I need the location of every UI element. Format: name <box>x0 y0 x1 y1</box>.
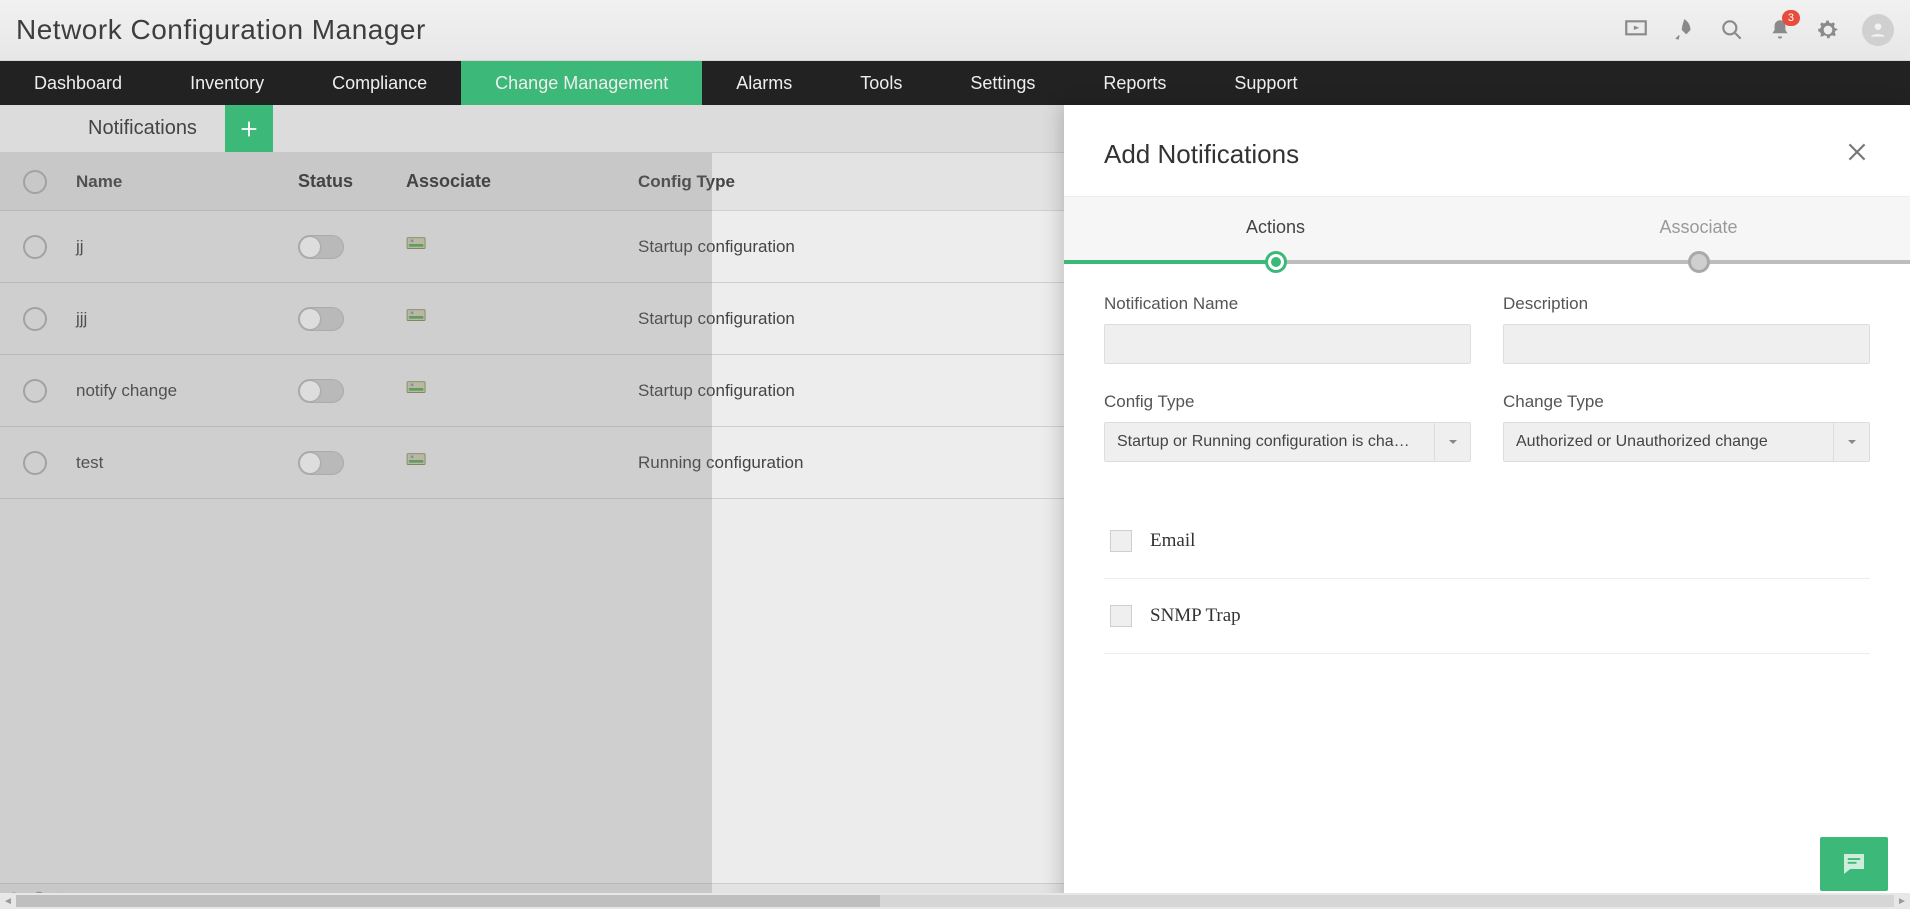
config-type-value: Startup or Running configuration is cha… <box>1105 423 1434 461</box>
notification-name-label: Notification Name <box>1104 294 1471 314</box>
snmp-label: SNMP Trap <box>1150 605 1241 627</box>
scroll-left-icon[interactable]: ◄ <box>0 893 16 909</box>
column-header-associate[interactable]: Associate <box>406 171 638 192</box>
row-name: jj <box>70 237 298 257</box>
alert-badge: 3 <box>1782 10 1800 26</box>
nav-item-reports[interactable]: Reports <box>1069 61 1200 105</box>
nav-item-support[interactable]: Support <box>1200 61 1331 105</box>
description-label: Description <box>1503 294 1870 314</box>
row-checkbox[interactable] <box>23 379 47 403</box>
config-type-label: Config Type <box>1104 392 1471 412</box>
nav-item-settings[interactable]: Settings <box>936 61 1069 105</box>
scroll-right-icon[interactable]: ► <box>1894 893 1910 909</box>
nav-item-change-management[interactable]: Change Management <box>461 61 702 105</box>
row-checkbox[interactable] <box>23 307 47 331</box>
chevron-down-icon <box>1833 423 1869 461</box>
nav-item-alarms[interactable]: Alarms <box>702 61 826 105</box>
status-toggle[interactable] <box>298 379 344 403</box>
row-checkbox[interactable] <box>23 235 47 259</box>
row-name: jjj <box>70 309 298 329</box>
stepper: Actions Associate <box>1064 197 1910 264</box>
snmp-checkbox[interactable] <box>1110 605 1132 627</box>
add-button[interactable] <box>225 105 273 152</box>
panel-scrollbar[interactable] <box>1894 266 1908 907</box>
search-icon[interactable] <box>1718 16 1746 44</box>
email-label: Email <box>1150 530 1195 552</box>
column-header-status[interactable]: Status <box>298 171 406 192</box>
add-notifications-panel: Add Notifications Actions Associate Noti… <box>1064 105 1910 909</box>
description-input[interactable] <box>1503 324 1870 364</box>
device-group-icon[interactable] <box>406 379 428 397</box>
row-name: notify change <box>70 381 298 401</box>
change-type-value: Authorized or Unauthorized change <box>1504 423 1833 461</box>
presentation-icon[interactable] <box>1622 16 1650 44</box>
nav-item-inventory[interactable]: Inventory <box>156 61 298 105</box>
email-checkbox[interactable] <box>1110 530 1132 552</box>
chat-fab[interactable] <box>1820 837 1888 891</box>
row-checkbox[interactable] <box>23 451 47 475</box>
app-title: Network Configuration Manager <box>16 14 426 46</box>
nav-item-dashboard[interactable]: Dashboard <box>0 61 156 105</box>
email-row: Email <box>1104 504 1870 579</box>
panel-header: Add Notifications <box>1064 105 1910 197</box>
status-toggle[interactable] <box>298 235 344 259</box>
bell-icon[interactable]: 3 <box>1766 16 1794 44</box>
gear-icon[interactable] <box>1814 16 1842 44</box>
column-header-name[interactable]: Name <box>70 172 298 192</box>
config-type-select[interactable]: Startup or Running configuration is cha… <box>1104 422 1471 462</box>
status-toggle[interactable] <box>298 307 344 331</box>
nav-item-tools[interactable]: Tools <box>826 61 936 105</box>
change-type-select[interactable]: Authorized or Unauthorized change <box>1503 422 1870 462</box>
device-group-icon[interactable] <box>406 235 428 253</box>
topbar-icons: 3 <box>1622 14 1894 46</box>
nav-item-compliance[interactable]: Compliance <box>298 61 461 105</box>
notification-name-input[interactable] <box>1104 324 1471 364</box>
rocket-icon[interactable] <box>1670 16 1698 44</box>
row-name: test <box>70 453 298 473</box>
status-toggle[interactable] <box>298 451 344 475</box>
close-icon[interactable] <box>1844 139 1870 170</box>
tab-notifications[interactable]: Notifications <box>60 105 225 152</box>
select-all-checkbox[interactable] <box>23 170 47 194</box>
chevron-down-icon <box>1434 423 1470 461</box>
change-type-label: Change Type <box>1503 392 1870 412</box>
main-nav: DashboardInventoryComplianceChange Manag… <box>0 61 1910 105</box>
avatar[interactable] <box>1862 14 1894 46</box>
panel-title: Add Notifications <box>1104 139 1299 170</box>
device-group-icon[interactable] <box>406 451 428 469</box>
panel-body: Notification Name Description Config Typ… <box>1064 264 1910 909</box>
horizontal-scrollbar[interactable]: ◄ ► <box>0 893 1910 909</box>
snmp-row: SNMP Trap <box>1104 579 1870 654</box>
device-group-icon[interactable] <box>406 307 428 325</box>
top-bar: Network Configuration Manager 3 <box>0 0 1910 61</box>
